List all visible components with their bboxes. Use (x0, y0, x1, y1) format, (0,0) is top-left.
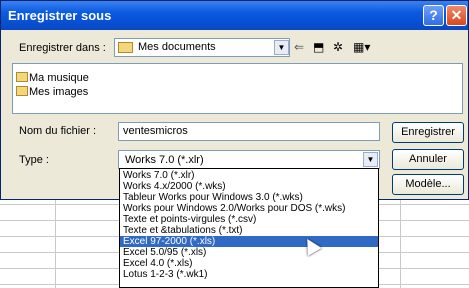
type-option[interactable]: Tableur Works pour Windows 3.0 (*.wks) (120, 192, 378, 203)
save-in-value: Mes documents (138, 41, 216, 53)
file-list[interactable]: Ma musique Mes images (12, 63, 463, 114)
views-menu-icon[interactable]: ▦▾ (353, 40, 370, 54)
type-option[interactable]: Texte et points-virgules (*.csv) (120, 214, 378, 225)
cancel-button[interactable]: Annuler (392, 149, 464, 170)
filename-field[interactable]: ventesmicros (118, 122, 380, 141)
type-option-selected[interactable]: Excel 97-2000 (*.xls) (120, 236, 378, 247)
dialog-title: Enregistrer sous (8, 8, 112, 23)
file-item[interactable]: Mes images (16, 86, 88, 98)
file-item[interactable]: Ma musique (16, 72, 89, 84)
save-in-select[interactable]: Mes documents (114, 38, 290, 57)
type-option[interactable]: Works 7.0 (*.xlr) (120, 170, 378, 181)
type-option[interactable]: Texte et &tabulations (*.txt) (120, 225, 378, 236)
back-arrow-icon[interactable]: ⇐ (294, 40, 304, 54)
type-option[interactable]: Works 4.x/2000 (*.wks) (120, 181, 378, 192)
folder-icon (118, 42, 133, 53)
save-in-label: Enregistrer dans : (19, 42, 106, 54)
title-bar: Enregistrer sous ? ✕ (1, 1, 468, 30)
folder-icon (16, 86, 28, 96)
type-option[interactable]: Lotus 1-2-3 (*.wk1) (120, 269, 378, 280)
type-option[interactable]: Works pour Windows 2.0/Works pour DOS (*… (120, 203, 378, 214)
save-button[interactable]: Enregistrer (392, 122, 464, 143)
type-dropdown-list: Works 7.0 (*.xlr) Works 4.x/2000 (*.wks)… (119, 168, 379, 288)
folder-icon (16, 72, 28, 82)
chevron-down-icon[interactable]: ▼ (274, 40, 289, 55)
filename-label: Nom du fichier : (19, 125, 97, 137)
template-button[interactable]: Modèle... (392, 174, 464, 195)
type-value: Works 7.0 (*.xlr) (125, 154, 204, 166)
new-folder-icon[interactable]: ✲ (333, 40, 343, 54)
help-button[interactable]: ? (423, 5, 444, 26)
chevron-down-icon[interactable]: ▼ (363, 152, 378, 167)
up-folder-icon[interactable]: ⬒ (313, 40, 324, 54)
type-option[interactable]: Excel 5.0/95 (*.xls) (120, 247, 378, 258)
type-select[interactable]: Works 7.0 (*.xlr) ▼ (118, 150, 380, 169)
type-label: Type : (19, 154, 49, 166)
type-option[interactable]: Excel 4.0 (*.xls) (120, 258, 378, 269)
close-button[interactable]: ✕ (446, 5, 467, 26)
